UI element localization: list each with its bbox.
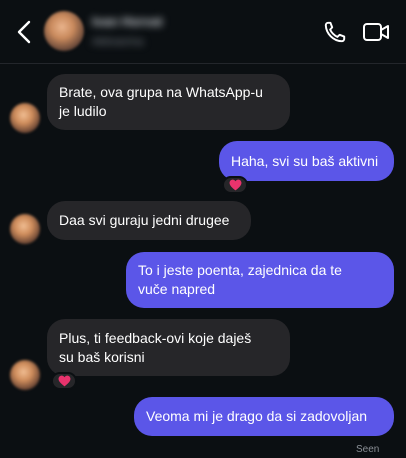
- contact-status: Aktivan/na: [92, 36, 144, 48]
- message-reaction[interactable]: [222, 176, 248, 194]
- voice-call-button[interactable]: [322, 19, 348, 45]
- incoming-message[interactable]: Daa svi guraju jedni drugee: [47, 201, 251, 240]
- sender-avatar[interactable]: [10, 103, 40, 133]
- message-reaction[interactable]: [51, 372, 77, 390]
- seen-indicator: Seen: [356, 444, 380, 455]
- outgoing-message[interactable]: Veoma mi je drago da si zadovoljan: [134, 397, 394, 436]
- sender-avatar[interactable]: [10, 214, 40, 244]
- chat-header: Ivan Horvat Aktivan/na: [0, 0, 406, 64]
- message-line: Haha, svi su baš aktivni: [231, 152, 379, 169]
- outgoing-message[interactable]: Haha, svi su baš aktivni: [219, 141, 394, 181]
- message-line: Daa svi guraju jedni drugee: [59, 212, 230, 228]
- message-line: To i jeste poenta, zajednica da te: [138, 262, 342, 278]
- outgoing-message[interactable]: To i jeste poenta, zajednica da te vuče …: [126, 252, 394, 308]
- chat-screen: Ivan Horvat Aktivan/na Brate, ova grupa …: [0, 0, 406, 458]
- phone-icon: [324, 21, 346, 43]
- video-camera-icon: [363, 23, 389, 41]
- heart-icon: [229, 179, 241, 191]
- heart-icon: [58, 375, 70, 387]
- incoming-message[interactable]: Brate, ova grupa na WhatsApp-u je ludilo: [47, 74, 290, 130]
- incoming-message[interactable]: Plus, ti feedback-ovi koje daješ su baš …: [47, 319, 290, 376]
- message-line: Brate, ova grupa na WhatsApp-u: [59, 84, 263, 100]
- message-line: je ludilo: [59, 103, 107, 119]
- chevron-left-icon: [17, 20, 31, 44]
- video-call-button[interactable]: [362, 20, 390, 44]
- message-line: Veoma mi je drago da si zadovoljan: [146, 408, 368, 424]
- message-line: vuče napred: [138, 281, 216, 297]
- contact-avatar[interactable]: [44, 11, 84, 51]
- back-button[interactable]: [12, 18, 38, 46]
- message-line: su baš korisni: [59, 348, 145, 365]
- sender-avatar[interactable]: [10, 360, 40, 390]
- message-line: Plus, ti feedback-ovi koje daješ: [59, 329, 252, 346]
- contact-name[interactable]: Ivan Horvat: [92, 14, 162, 28]
